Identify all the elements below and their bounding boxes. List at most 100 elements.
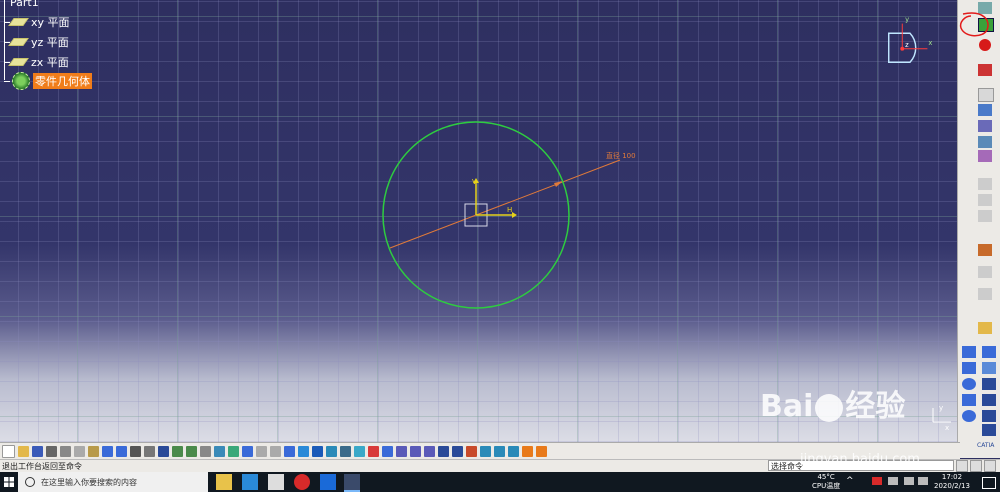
cut-icon[interactable] bbox=[60, 446, 71, 457]
translate-icon[interactable] bbox=[982, 378, 996, 390]
hide-show-icon[interactable] bbox=[326, 446, 337, 457]
exchange-icon[interactable] bbox=[438, 446, 449, 457]
search-placeholder: 在这里输入你要搜索的内容 bbox=[41, 477, 137, 487]
status-button[interactable] bbox=[984, 460, 996, 472]
relations-icon[interactable] bbox=[396, 446, 407, 457]
status-message: 退出工作台返回至命令 bbox=[2, 462, 82, 471]
clock-time: 17:02 bbox=[941, 473, 963, 481]
disabled-tool-icon[interactable] bbox=[978, 210, 992, 222]
mini-y-label: y bbox=[939, 404, 943, 412]
notification-icon[interactable] bbox=[982, 477, 996, 489]
constraint-icon[interactable] bbox=[962, 346, 976, 358]
store-icon[interactable] bbox=[242, 474, 258, 490]
comment-icon[interactable] bbox=[144, 446, 155, 457]
scale-icon[interactable] bbox=[982, 410, 996, 422]
profile-icon[interactable] bbox=[978, 244, 992, 256]
watermark-brand-right: 经验 bbox=[845, 389, 906, 424]
disabled-tool-icon[interactable] bbox=[978, 266, 992, 278]
disabled-tool-icon[interactable] bbox=[978, 178, 992, 190]
disabled-tool-icon[interactable] bbox=[978, 288, 992, 300]
ellipse-icon[interactable] bbox=[962, 410, 976, 422]
save-icon[interactable] bbox=[32, 446, 43, 457]
disabled-tool-icon[interactable] bbox=[978, 194, 992, 206]
taskbar-search[interactable]: 在这里输入你要搜索的内容 bbox=[18, 472, 208, 492]
compass-widget[interactable]: x y z bbox=[880, 12, 940, 70]
offset-icon[interactable] bbox=[982, 424, 996, 436]
3d-viewport[interactable]: Part1 xy 平面 yz 平面 zx 平面 零件几何体 H V 直径 100… bbox=[0, 0, 958, 442]
open-file-icon[interactable] bbox=[18, 446, 29, 457]
print-icon[interactable] bbox=[46, 446, 57, 457]
fit-all-icon[interactable] bbox=[214, 446, 225, 457]
zoom-out-icon[interactable] bbox=[270, 446, 281, 457]
v-axis-label: V bbox=[472, 178, 477, 186]
tray-app-icon[interactable] bbox=[888, 477, 898, 485]
compass-y-label: y bbox=[905, 16, 909, 24]
diameter-dimension-label[interactable]: 直径 100 bbox=[606, 151, 636, 160]
formula-icon[interactable] bbox=[130, 446, 141, 457]
red-annotation-circle bbox=[959, 12, 989, 37]
windows-taskbar: 在这里输入你要搜索的内容 45°C CPU温度 ^ 17:02 2020/2/1… bbox=[0, 472, 1000, 492]
tray-app-icon[interactable] bbox=[872, 477, 882, 485]
status-button[interactable] bbox=[970, 460, 982, 472]
check-icon[interactable] bbox=[424, 446, 435, 457]
rectangle-icon[interactable] bbox=[962, 362, 976, 374]
catalog-icon[interactable] bbox=[452, 446, 463, 457]
rotate-icon[interactable] bbox=[982, 394, 996, 406]
snap-icon[interactable] bbox=[978, 104, 992, 116]
h-axis-arrow bbox=[512, 212, 517, 218]
pan-icon[interactable] bbox=[200, 446, 211, 457]
close-icon[interactable] bbox=[979, 39, 991, 51]
mail-icon[interactable] bbox=[268, 474, 284, 490]
chevron-up-icon[interactable]: ^ bbox=[846, 476, 854, 486]
publish-icon[interactable] bbox=[522, 446, 533, 457]
parameters-icon[interactable] bbox=[382, 446, 393, 457]
volume-icon[interactable] bbox=[918, 477, 928, 485]
network-icon[interactable] bbox=[904, 477, 914, 485]
new-file-icon[interactable] bbox=[2, 445, 15, 458]
paste-icon[interactable] bbox=[88, 446, 99, 457]
copy-icon[interactable] bbox=[74, 446, 85, 457]
edge-icon[interactable] bbox=[320, 474, 336, 490]
start-button[interactable] bbox=[0, 472, 18, 492]
iso-view-icon[interactable] bbox=[298, 446, 309, 457]
clock[interactable]: 17:02 2020/2/13 bbox=[934, 473, 970, 491]
netease-music-icon[interactable] bbox=[294, 474, 310, 490]
view-mode-icon[interactable] bbox=[480, 446, 491, 457]
catia-taskbar-icon[interactable] bbox=[344, 474, 360, 492]
dimensional-constraint-icon[interactable] bbox=[978, 150, 992, 162]
help-icon[interactable] bbox=[116, 446, 127, 457]
move-icon[interactable] bbox=[228, 446, 239, 457]
measure-icon[interactable] bbox=[186, 446, 197, 457]
file-explorer-icon[interactable] bbox=[216, 474, 232, 490]
shading-icon[interactable] bbox=[312, 446, 323, 457]
table-icon[interactable] bbox=[158, 446, 169, 457]
properties-icon[interactable] bbox=[508, 446, 519, 457]
material-icon[interactable] bbox=[354, 446, 365, 457]
status-button[interactable] bbox=[956, 460, 968, 472]
catia-logo-icon[interactable] bbox=[982, 362, 996, 374]
pdf-icon[interactable] bbox=[978, 64, 992, 76]
circle-icon[interactable] bbox=[962, 378, 976, 390]
symmetry-icon[interactable] bbox=[982, 346, 996, 358]
tree-icon[interactable] bbox=[172, 446, 183, 457]
diameter-dimension-line[interactable] bbox=[389, 159, 621, 249]
swap-space-icon[interactable] bbox=[340, 446, 351, 457]
layers-icon[interactable] bbox=[494, 446, 505, 457]
sketch-analysis-icon[interactable] bbox=[368, 446, 379, 457]
tools-icon[interactable] bbox=[536, 446, 547, 457]
spline-icon[interactable] bbox=[962, 394, 976, 406]
catia-label: CATIA bbox=[977, 442, 995, 449]
analysis-icon[interactable] bbox=[466, 446, 477, 457]
grid-icon[interactable] bbox=[978, 88, 994, 102]
zoom-in-icon[interactable] bbox=[256, 446, 267, 457]
cpu-temp[interactable]: 45°C CPU温度 bbox=[812, 473, 840, 491]
mini-x-label: x bbox=[945, 424, 949, 432]
undo-icon[interactable] bbox=[102, 446, 113, 457]
rotate-view-icon[interactable] bbox=[242, 446, 253, 457]
construction-icon[interactable] bbox=[978, 120, 992, 132]
normal-view-icon[interactable] bbox=[284, 446, 295, 457]
select-icon[interactable] bbox=[978, 322, 992, 334]
geometric-constraint-icon[interactable] bbox=[978, 136, 992, 148]
compass-x-label: x bbox=[928, 39, 932, 47]
rules-icon[interactable] bbox=[410, 446, 421, 457]
